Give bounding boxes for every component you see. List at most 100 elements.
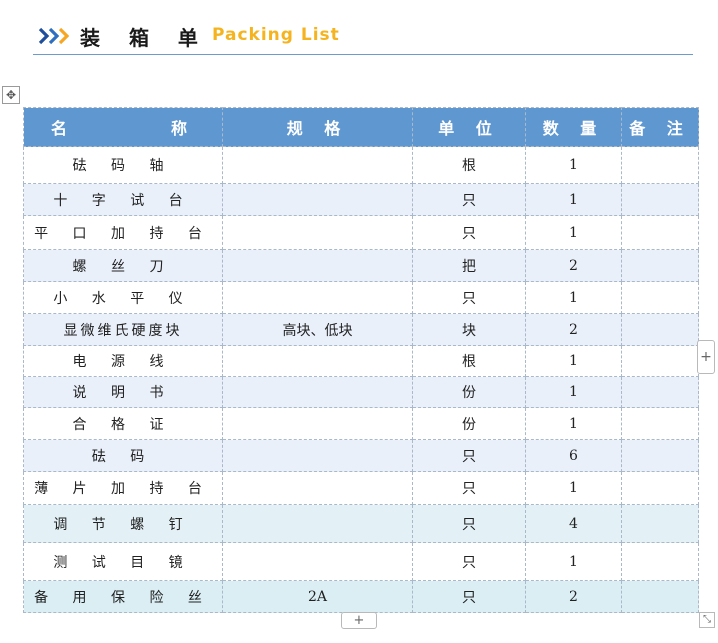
cell-note[interactable]: [621, 313, 699, 346]
cell-name[interactable]: 调 节 螺 钉: [23, 504, 223, 543]
cell-name[interactable]: 测 试 目 镜: [23, 542, 223, 581]
cell-name[interactable]: 薄 片 加 持 台: [23, 471, 223, 505]
table-row: 显微维氏硬度块 高块、低块 块 2: [23, 313, 699, 346]
cell-name[interactable]: 小 水 平 仪: [23, 281, 223, 314]
cell-spec[interactable]: [222, 504, 413, 543]
table-header-row: 名 称 规 格 单 位 数 量 备 注: [23, 107, 699, 147]
cell-quantity[interactable]: 4: [525, 504, 622, 543]
cell-name[interactable]: 备 用 保 险 丝: [23, 580, 223, 613]
table-row: 合 格 证 份 1: [23, 407, 699, 440]
cell-name[interactable]: 电 源 线: [23, 345, 223, 377]
cell-unit[interactable]: 只: [412, 504, 526, 543]
cell-note[interactable]: [621, 439, 699, 472]
cell-unit[interactable]: 根: [412, 345, 526, 377]
cell-note[interactable]: [621, 407, 699, 440]
table-row: 平 口 加 持 台 只 1: [23, 215, 699, 250]
cell-note[interactable]: [621, 345, 699, 377]
cell-unit[interactable]: 只: [412, 281, 526, 314]
title-english: Packing List: [212, 25, 340, 45]
table-row: 砝 码 轴 根 1: [23, 146, 699, 184]
table-row: 调 节 螺 钉 只 4: [23, 504, 699, 543]
cell-spec[interactable]: [222, 345, 413, 377]
cell-quantity[interactable]: 2: [525, 313, 622, 346]
cell-unit[interactable]: 只: [412, 439, 526, 472]
cell-unit[interactable]: 把: [412, 249, 526, 282]
table-row: 十 字 试 台 只 1: [23, 183, 699, 216]
title-underline: [33, 54, 693, 55]
cell-note[interactable]: [621, 580, 699, 613]
triple-chevron-icon: [38, 27, 70, 45]
cell-unit[interactable]: 根: [412, 146, 526, 184]
cell-note[interactable]: [621, 281, 699, 314]
cell-unit[interactable]: 只: [412, 183, 526, 216]
cell-note[interactable]: [621, 146, 699, 184]
cell-quantity[interactable]: 1: [525, 146, 622, 184]
cell-spec[interactable]: [222, 471, 413, 505]
cell-quantity[interactable]: 2: [525, 580, 622, 613]
cell-unit[interactable]: 只: [412, 471, 526, 505]
cell-quantity[interactable]: 1: [525, 281, 622, 314]
cell-spec[interactable]: [222, 439, 413, 472]
table-row: 电 源 线 根 1: [23, 345, 699, 377]
cell-unit[interactable]: 只: [412, 215, 526, 250]
cell-unit[interactable]: 只: [412, 542, 526, 581]
cell-spec[interactable]: [222, 215, 413, 250]
add-row-plus-icon[interactable]: +: [341, 612, 377, 629]
cell-quantity[interactable]: 1: [525, 407, 622, 440]
column-header-note: 备 注: [621, 107, 699, 147]
column-header-spec: 规 格: [222, 107, 413, 147]
cell-name[interactable]: 螺 丝 刀: [23, 249, 223, 282]
cell-spec[interactable]: [222, 146, 413, 184]
cell-name[interactable]: 说 明 书: [23, 376, 223, 408]
table-row: 薄 片 加 持 台 只 1: [23, 471, 699, 505]
table-row: 说 明 书 份 1: [23, 376, 699, 408]
cell-quantity[interactable]: 1: [525, 345, 622, 377]
cell-note[interactable]: [621, 215, 699, 250]
cell-note[interactable]: [621, 471, 699, 505]
cell-spec[interactable]: [222, 281, 413, 314]
cell-note[interactable]: [621, 504, 699, 543]
cell-quantity[interactable]: 1: [525, 542, 622, 581]
document-title: 装 箱 单 Packing List: [38, 20, 693, 54]
table-row: 砝 码 只 6: [23, 439, 699, 472]
cell-name[interactable]: 合 格 证: [23, 407, 223, 440]
table-row: 小 水 平 仪 只 1: [23, 281, 699, 314]
table-row: 螺 丝 刀 把 2: [23, 249, 699, 282]
cell-note[interactable]: [621, 249, 699, 282]
column-header-name: 名 称: [23, 107, 223, 147]
column-header-unit: 单 位: [412, 107, 526, 147]
cell-spec[interactable]: [222, 183, 413, 216]
cell-note[interactable]: [621, 376, 699, 408]
cell-quantity[interactable]: 1: [525, 376, 622, 408]
cell-unit[interactable]: 份: [412, 376, 526, 408]
cell-unit[interactable]: 份: [412, 407, 526, 440]
cell-quantity[interactable]: 1: [525, 183, 622, 216]
cell-spec[interactable]: [222, 407, 413, 440]
cell-quantity[interactable]: 1: [525, 215, 622, 250]
cell-unit[interactable]: 块: [412, 313, 526, 346]
table-row: 测 试 目 镜 只 1: [23, 542, 699, 581]
column-header-quantity: 数 量: [525, 107, 622, 147]
cell-quantity[interactable]: 2: [525, 249, 622, 282]
cell-name[interactable]: 显微维氏硬度块: [23, 313, 223, 346]
packing-list-table: 名 称 规 格 单 位 数 量 备 注 砝 码 轴 根 1 十 字 试 台 只 …: [23, 107, 699, 613]
cell-quantity[interactable]: 6: [525, 439, 622, 472]
cell-spec[interactable]: [222, 542, 413, 581]
cell-note[interactable]: [621, 183, 699, 216]
cell-quantity[interactable]: 1: [525, 471, 622, 505]
resize-diagonal-icon[interactable]: ⤡: [699, 612, 715, 628]
cell-name[interactable]: 平 口 加 持 台: [23, 215, 223, 250]
cell-name[interactable]: 砝 码: [23, 439, 223, 472]
cell-spec[interactable]: 高块、低块: [222, 313, 413, 346]
cell-name[interactable]: 砝 码 轴: [23, 146, 223, 184]
title-chinese: 装 箱 单: [80, 26, 209, 50]
cell-unit[interactable]: 只: [412, 580, 526, 613]
cell-name[interactable]: 十 字 试 台: [23, 183, 223, 216]
cell-note[interactable]: [621, 542, 699, 581]
table-row: 备 用 保 险 丝 2A 只 2: [23, 580, 699, 613]
move-cross-icon[interactable]: ✥: [2, 86, 20, 104]
cell-spec[interactable]: 2A: [222, 580, 413, 613]
add-column-plus-icon[interactable]: +: [697, 340, 715, 374]
cell-spec[interactable]: [222, 376, 413, 408]
cell-spec[interactable]: [222, 249, 413, 282]
